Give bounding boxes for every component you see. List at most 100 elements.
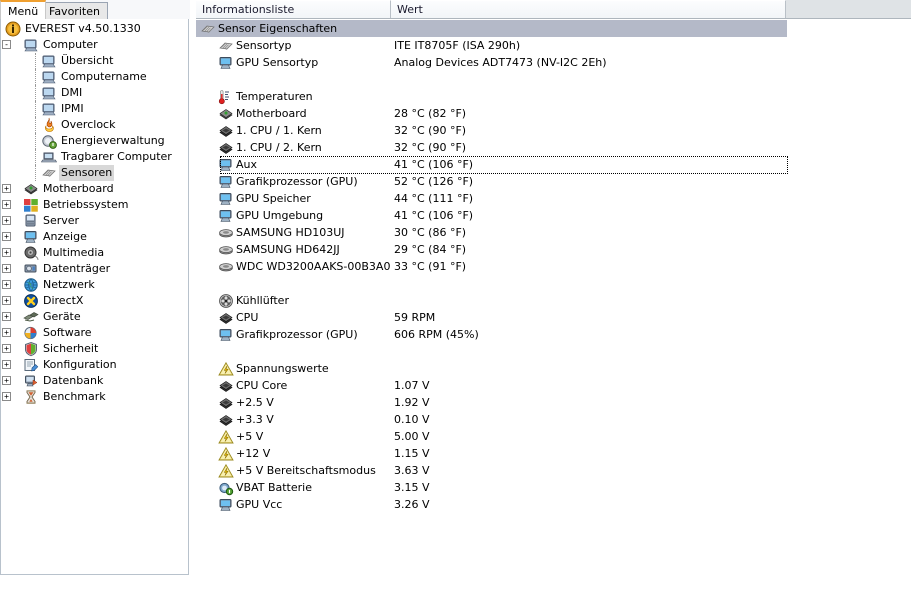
row-value-1-cpu-2-kern: 32 °C (90 °F) bbox=[394, 139, 466, 156]
table-row[interactable]: GPU SensortypAnalog Devices ADT7473 (NV-… bbox=[196, 54, 911, 71]
tree-expander-motherboard[interactable]: + bbox=[2, 184, 11, 193]
tree-expander-ger-te[interactable]: + bbox=[2, 312, 11, 321]
table-row[interactable]: +5 V Bereitschaftsmodus3.63 V bbox=[196, 462, 911, 479]
table-row[interactable]: +2.5 V1.92 V bbox=[196, 394, 911, 411]
sidebar-item-computer[interactable]: - Computer bbox=[1, 37, 188, 53]
table-row[interactable]: Spannungswerte bbox=[196, 360, 911, 377]
row-label-5-v: +5 V bbox=[236, 428, 263, 445]
table-row[interactable]: +5 V5.00 V bbox=[196, 428, 911, 445]
table-row[interactable]: SAMSUNG HD642JJ29 °C (84 °F) bbox=[196, 241, 911, 258]
sidebar-item-betriebssystem[interactable]: +Betriebssystem bbox=[1, 197, 188, 213]
thermometer-icon bbox=[218, 89, 234, 104]
table-row[interactable]: Temperaturen bbox=[196, 88, 911, 105]
table-row[interactable]: SensortypITE IT8705F (ISA 290h) bbox=[196, 37, 911, 54]
sidebar-item-motherboard[interactable]: +Motherboard bbox=[1, 181, 188, 197]
sidebar-item-tragbarer-computer[interactable]: Tragbarer Computer bbox=[1, 149, 188, 165]
sidebar-item-software[interactable]: +Software bbox=[1, 325, 188, 341]
sidebar-item-datenbank[interactable]: +Datenbank bbox=[1, 373, 188, 389]
column-header-name[interactable]: Informationsliste bbox=[196, 0, 391, 18]
tree-expander-server[interactable]: + bbox=[2, 216, 11, 225]
sensor-chip-icon bbox=[41, 165, 57, 181]
list-column-headers: Informationsliste Wert bbox=[196, 0, 911, 19]
cpu-icon bbox=[218, 412, 234, 427]
row-value-grafikprozessor-gpu: 606 RPM (45%) bbox=[394, 326, 479, 343]
sidebar-item-datentr-ger[interactable]: +Datenträger bbox=[1, 261, 188, 277]
tree-expander-multimedia[interactable]: + bbox=[2, 248, 11, 257]
tree-expander-anzeige[interactable]: + bbox=[2, 232, 11, 241]
tree-expander-computer[interactable]: - bbox=[2, 40, 11, 49]
sidebar-item-computername[interactable]: Computername bbox=[1, 69, 188, 85]
sidebar-item-label: Computer bbox=[41, 37, 100, 53]
software-icon bbox=[23, 325, 39, 341]
sidebar-item-ger-te[interactable]: +Geräte bbox=[1, 309, 188, 325]
sidebar-item-overclock[interactable]: Overclock bbox=[1, 117, 188, 133]
row-value-aux: 41 °C (106 °F) bbox=[394, 156, 473, 173]
table-row[interactable]: Motherboard28 °C (82 °F) bbox=[196, 105, 911, 122]
sidebar-item-energieverwaltung[interactable]: Energieverwaltung bbox=[1, 133, 188, 149]
table-row[interactable]: CPU59 RPM bbox=[196, 309, 911, 326]
row-label-1-cpu-2-kern: 1. CPU / 2. Kern bbox=[236, 139, 322, 156]
cpu-icon bbox=[218, 310, 234, 325]
tree-expander-betriebssystem[interactable]: + bbox=[2, 200, 11, 209]
table-row[interactable]: +12 V1.15 V bbox=[196, 445, 911, 462]
table-row[interactable]: WDC WD3200AAKS-00B3A033 °C (91 °F) bbox=[196, 258, 911, 275]
sidebar-item-label: Anzeige bbox=[41, 229, 89, 245]
sidebar-item-server[interactable]: +Server bbox=[1, 213, 188, 229]
sidebar-item-netzwerk[interactable]: +Netzwerk bbox=[1, 277, 188, 293]
tree-expander-datenbank[interactable]: + bbox=[2, 376, 11, 385]
sidebar-item-sensoren[interactable]: Sensoren bbox=[1, 165, 188, 181]
sidebar-item-multimedia[interactable]: +Multimedia bbox=[1, 245, 188, 261]
row-value-wdc-wd3200aaks-00b3a0: 33 °C (91 °F) bbox=[394, 258, 466, 275]
sidebar-item-konfiguration[interactable]: +Konfiguration bbox=[1, 357, 188, 373]
tree-view[interactable]: EVEREST v4.50.1330 - ComputerÜbersichtComp… bbox=[0, 19, 189, 575]
row-label-2-5-v: +2.5 V bbox=[236, 394, 274, 411]
table-row[interactable]: CPU Core1.07 V bbox=[196, 377, 911, 394]
row-value-grafikprozessor-gpu: 52 °C (126 °F) bbox=[394, 173, 473, 190]
table-row[interactable]: Grafikprozessor (GPU)52 °C (126 °F) bbox=[196, 173, 911, 190]
sidebar-item-label: Energieverwaltung bbox=[59, 133, 167, 149]
table-row[interactable]: +3.3 V0.10 V bbox=[196, 411, 911, 428]
table-row[interactable]: 1. CPU / 2. Kern 32 °C (90 °F) bbox=[196, 139, 911, 156]
sidebar-item-bersicht[interactable]: Übersicht bbox=[1, 53, 188, 69]
tab-favoriten[interactable]: Favoriten bbox=[41, 2, 108, 19]
tab-menu[interactable]: Menü bbox=[0, 0, 46, 19]
tree-expander-netzwerk[interactable]: + bbox=[2, 280, 11, 289]
table-row[interactable]: GPU Speicher44 °C (111 °F) bbox=[196, 190, 911, 207]
sidebar-item-directx[interactable]: +DirectX bbox=[1, 293, 188, 309]
tree-expander-directx[interactable]: + bbox=[2, 296, 11, 305]
sidebar-item-dmi[interactable]: DMI bbox=[1, 85, 188, 101]
sidebar-item-benchmark[interactable]: + Benchmark bbox=[1, 389, 188, 405]
row-value-sensortyp: ITE IT8705F (ISA 290h) bbox=[394, 37, 520, 54]
column-header-value[interactable]: Wert bbox=[391, 0, 786, 18]
display-icon bbox=[218, 174, 234, 189]
table-row[interactable]: 1. CPU / 1. Kern32 °C (90 °F) bbox=[196, 122, 911, 139]
table-row[interactable]: VBAT Batterie3.15 V bbox=[196, 479, 911, 496]
row-value-gpu-speicher: 44 °C (111 °F) bbox=[394, 190, 473, 207]
tree-expander-software[interactable]: + bbox=[2, 328, 11, 337]
row-value-gpu-vcc: 3.26 V bbox=[394, 496, 430, 513]
table-row[interactable]: Grafikprozessor (GPU)606 RPM (45%) bbox=[196, 326, 911, 343]
tree-connector-line bbox=[35, 165, 36, 181]
table-row[interactable]: SAMSUNG HD103UJ30 °C (86 °F) bbox=[196, 224, 911, 241]
display-icon bbox=[218, 55, 234, 70]
table-row[interactable]: GPU Umgebung41 °C (106 °F) bbox=[196, 207, 911, 224]
sidebar-item-ipmi[interactable]: IPMI bbox=[1, 101, 188, 117]
table-row[interactable]: Aux41 °C (106 °F) bbox=[196, 156, 911, 173]
row-label-gpu-umgebung: GPU Umgebung bbox=[236, 207, 323, 224]
tree-expander-benchmark[interactable]: + bbox=[2, 392, 11, 401]
table-row[interactable]: GPU Vcc3.26 V bbox=[196, 496, 911, 513]
tree-expander-konfiguration[interactable]: + bbox=[2, 360, 11, 369]
tree-expander-sicherheit[interactable]: + bbox=[2, 344, 11, 353]
tabstrip: Menü Favoriten bbox=[0, 0, 190, 19]
sidebar-item-label: Benchmark bbox=[41, 389, 108, 405]
table-row[interactable]: Kühllüfter bbox=[196, 292, 911, 309]
sidebar-item-label: Übersicht bbox=[59, 53, 115, 69]
row-label-spannungswerte: Spannungswerte bbox=[236, 360, 329, 377]
speaker-icon bbox=[23, 245, 39, 261]
tree-root-everest[interactable]: EVEREST v4.50.1330 bbox=[1, 21, 188, 37]
tree-expander-datentr-ger[interactable]: + bbox=[2, 264, 11, 273]
computer-icon bbox=[23, 37, 39, 53]
sidebar-item-sicherheit[interactable]: +Sicherheit bbox=[1, 341, 188, 357]
table-row[interactable]: Sensor Eigenschaften bbox=[196, 20, 911, 37]
sidebar-item-anzeige[interactable]: + Anzeige bbox=[1, 229, 188, 245]
